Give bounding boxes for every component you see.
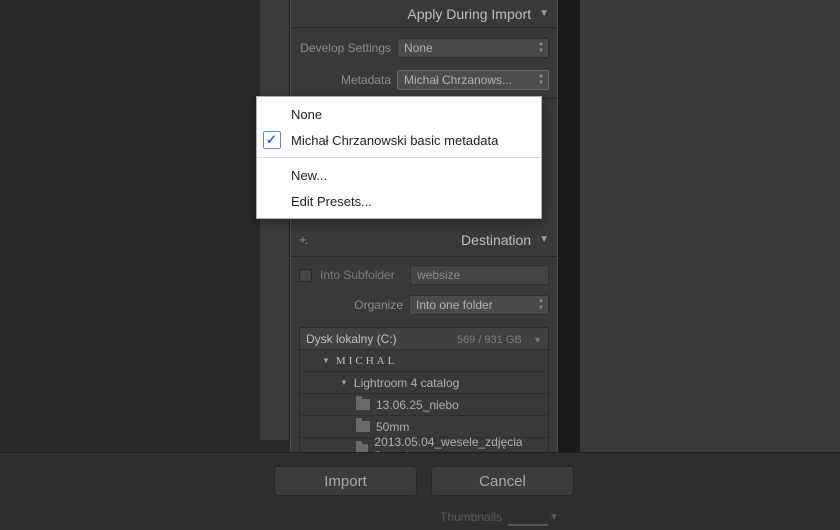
subfolder-value: websize bbox=[417, 268, 460, 282]
catalog-folder-label: Lightroom 4 catalog bbox=[354, 376, 459, 390]
folder-label: 50mm bbox=[376, 420, 409, 434]
metadata-option-new[interactable]: New... bbox=[257, 162, 541, 188]
thumbnails-label: Thumbnails bbox=[440, 510, 502, 524]
spinner-icon: ▲▼ bbox=[536, 298, 546, 312]
thumbnail-size-slider[interactable] bbox=[508, 524, 548, 526]
chevron-down-icon: ▼ bbox=[533, 335, 542, 345]
chevron-down-icon[interactable]: ▼ bbox=[549, 512, 559, 523]
tree-root[interactable]: ▼ MICHAL bbox=[300, 350, 548, 372]
organize-label: Organize bbox=[299, 298, 409, 312]
import-button[interactable]: Import bbox=[274, 466, 417, 496]
apply-during-import-title: Apply During Import bbox=[407, 6, 531, 22]
option-label: Michał Chrzanowski basic metadata bbox=[291, 133, 498, 148]
subfolder-input[interactable]: websize bbox=[410, 265, 549, 285]
collapse-icon: ▼ bbox=[539, 8, 549, 19]
apply-during-import-header[interactable]: Apply During Import ▼ bbox=[291, 0, 557, 28]
into-subfolder-checkbox[interactable] bbox=[299, 269, 312, 282]
triangle-open-icon: ▼ bbox=[322, 356, 330, 365]
tree-catalog[interactable]: ▼ Lightroom 4 catalog bbox=[300, 372, 548, 394]
metadata-option-none[interactable]: None bbox=[257, 101, 541, 127]
metadata-option-edit-presets[interactable]: Edit Presets... bbox=[257, 188, 541, 214]
menu-separator bbox=[257, 157, 541, 158]
metadata-option-basic[interactable]: Michał Chrzanowski basic metadata bbox=[257, 127, 541, 153]
volume-name: Dysk lokalny (C:) bbox=[306, 332, 397, 346]
option-label: None bbox=[291, 107, 322, 122]
develop-settings-value: None bbox=[404, 41, 433, 55]
destination-body: Into Subfolder websize Organize Into one… bbox=[291, 257, 557, 469]
metadata-select[interactable]: Michał Chrzanows... ▲▼ bbox=[397, 70, 549, 90]
folder-tree: Dysk lokalny (C:) 569 / 931 GB ▼ ▼ MICHA… bbox=[299, 327, 549, 461]
folder-label: 13.06.25_niebo bbox=[376, 398, 459, 412]
destination-header[interactable]: +. Destination ▼ bbox=[291, 223, 557, 257]
organize-value: Into one folder bbox=[416, 298, 493, 312]
add-folder-icon[interactable]: +. bbox=[299, 232, 306, 247]
into-subfolder-label: Into Subfolder bbox=[320, 268, 410, 282]
organize-select[interactable]: Into one folder ▲▼ bbox=[409, 295, 549, 315]
folder-icon bbox=[356, 421, 370, 432]
spinner-icon: ▲▼ bbox=[536, 73, 546, 87]
metadata-value: Michał Chrzanows... bbox=[404, 73, 512, 87]
folder-icon bbox=[356, 399, 370, 410]
volume-size: 569 / 931 GB bbox=[457, 334, 522, 346]
metadata-dropdown: None Michał Chrzanowski basic metadata N… bbox=[256, 96, 542, 219]
cancel-label: Cancel bbox=[479, 473, 526, 490]
destination-title: Destination bbox=[461, 232, 531, 248]
cancel-button[interactable]: Cancel bbox=[431, 466, 574, 496]
tree-folder[interactable]: 13.06.25_niebo bbox=[300, 394, 548, 416]
metadata-label: Metadata bbox=[299, 73, 397, 87]
volume-row[interactable]: Dysk lokalny (C:) 569 / 931 GB ▼ bbox=[300, 328, 548, 350]
develop-settings-label: Develop Settings bbox=[299, 41, 397, 55]
root-folder-label: MICHAL bbox=[336, 355, 397, 367]
apply-during-import-body: Develop Settings None ▲▼ Metadata Michał… bbox=[291, 28, 557, 99]
import-label: Import bbox=[324, 473, 367, 490]
triangle-open-icon: ▼ bbox=[340, 378, 348, 387]
option-label: New... bbox=[291, 168, 327, 183]
spinner-icon: ▲▼ bbox=[536, 41, 546, 55]
collapse-icon: ▼ bbox=[539, 234, 549, 245]
develop-settings-select[interactable]: None ▲▼ bbox=[397, 38, 549, 58]
option-label: Edit Presets... bbox=[291, 194, 372, 209]
